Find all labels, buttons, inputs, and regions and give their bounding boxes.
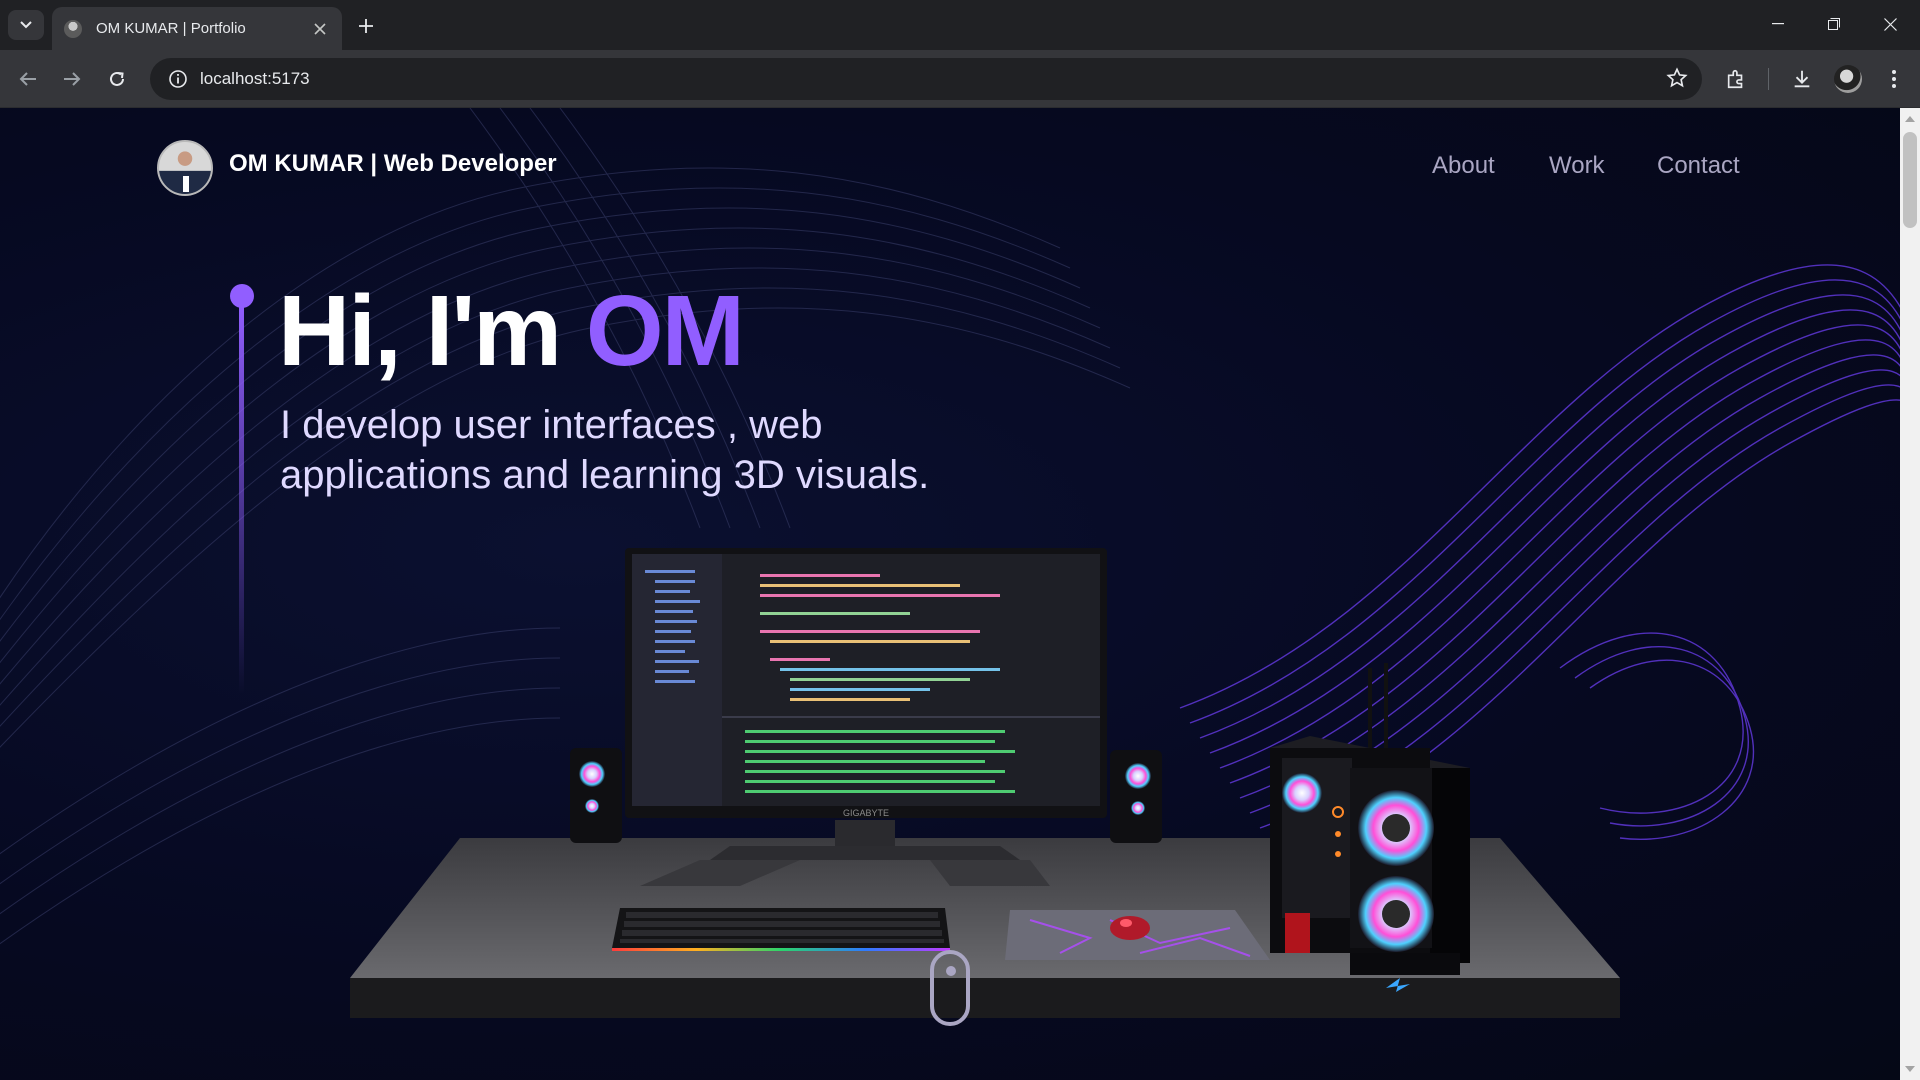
speaker-left [570, 748, 622, 843]
browser-tab-bar: OM KUMAR | Portfolio [0, 0, 1920, 50]
extensions-icon [1727, 69, 1743, 89]
page-scrollbar[interactable] [1900, 108, 1920, 1080]
forward-arrow-icon [64, 72, 81, 86]
download-icon [1794, 70, 1810, 88]
new-tab-button[interactable] [352, 12, 380, 40]
extensions-button[interactable] [1720, 63, 1752, 95]
close-icon [314, 22, 326, 35]
back-arrow-icon [19, 72, 36, 86]
favicon-icon [64, 19, 82, 38]
reload-icon [110, 71, 124, 86]
downloads-button[interactable] [1786, 63, 1818, 95]
site-info-button[interactable] [156, 69, 200, 89]
reload-button[interactable] [101, 63, 133, 95]
restore-button[interactable] [1806, 0, 1862, 48]
scroll-up-arrow-icon[interactable] [1905, 116, 1915, 122]
gaming-mouse [1110, 916, 1150, 940]
back-button[interactable] [12, 63, 44, 95]
browser-toolbar: localhost:5173 [0, 50, 1920, 108]
pc-tower [1270, 663, 1470, 992]
page-viewport: OM KUMAR | Web Developer About Work Cont… [0, 108, 1920, 1080]
chevron-down-icon [20, 21, 32, 29]
profile-icon[interactable] [1834, 65, 1862, 93]
tab-title: OM KUMAR | Portfolio [96, 20, 246, 37]
monitor: GIGABYTE [625, 548, 1107, 886]
toolbar-divider [1768, 68, 1769, 90]
plus-icon [359, 19, 373, 33]
keyboard [612, 908, 950, 951]
menu-button[interactable] [1878, 63, 1910, 95]
url-text: localhost:5173 [200, 69, 310, 88]
forward-button[interactable] [56, 63, 88, 95]
scroll-down-arrow-icon[interactable] [1905, 1066, 1915, 1072]
monitor-brand-label: GIGABYTE [843, 808, 889, 818]
scroll-down-indicator[interactable] [930, 950, 970, 1026]
scrollbar-thumb[interactable] [1903, 132, 1917, 228]
scroll-mouse-icon [946, 966, 956, 976]
close-window-button[interactable] [1862, 0, 1918, 48]
star-icon [1666, 67, 1688, 88]
kebab-menu-icon [1892, 70, 1896, 88]
bookmark-button[interactable] [1666, 67, 1688, 94]
browser-tab[interactable]: OM KUMAR | Portfolio [52, 7, 342, 50]
close-tab-button[interactable] [310, 19, 330, 39]
close-icon [1883, 17, 1897, 31]
address-bar[interactable]: localhost:5173 [150, 58, 1702, 100]
restore-icon [1828, 18, 1840, 30]
speaker-right [1110, 750, 1162, 843]
minimize-icon [1772, 23, 1784, 25]
info-icon [169, 70, 187, 88]
desk-setup-3d-scene[interactable]: GIGABYTE [0, 108, 1900, 1080]
minimize-button[interactable] [1750, 0, 1806, 48]
tab-search-button[interactable] [8, 10, 44, 40]
